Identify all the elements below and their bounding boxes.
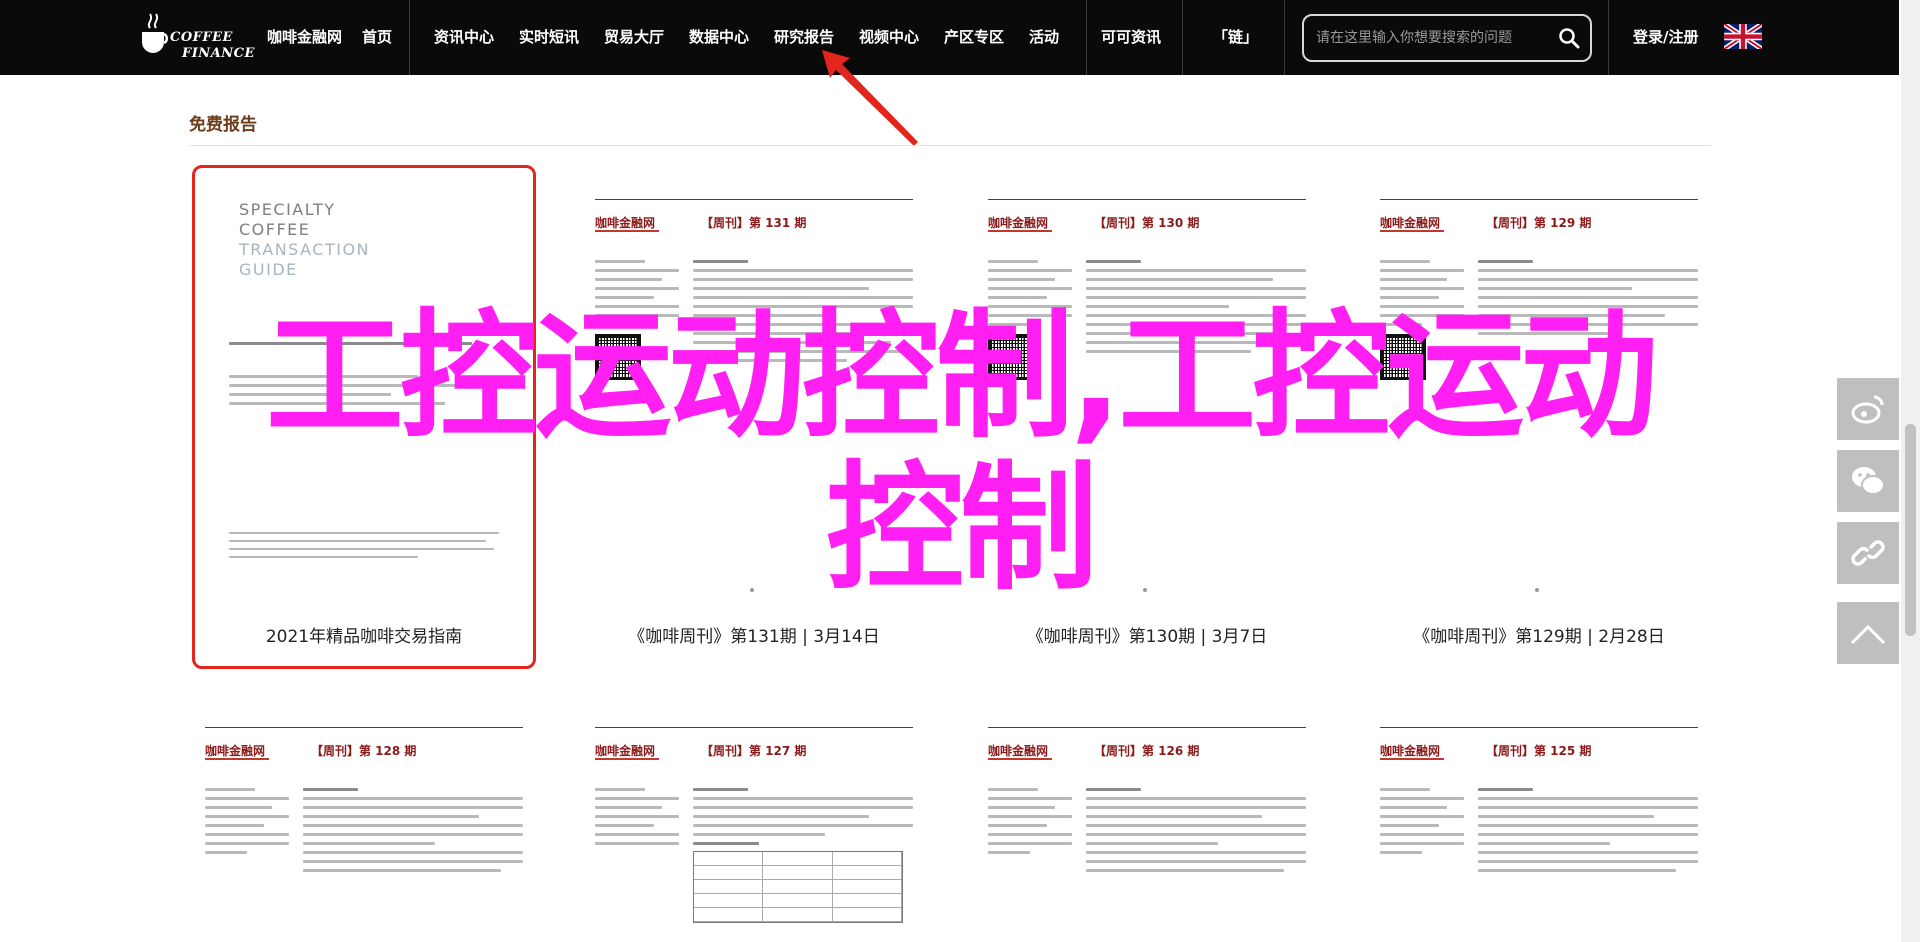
page-scrollbar-thumb[interactable]	[1905, 424, 1916, 636]
report-page-thumbnail: 咖啡金融网 【周刊】第 126 期	[982, 700, 1312, 942]
nav-item-flash-news[interactable]: 实时短讯	[519, 0, 579, 75]
nav-brand-link[interactable]: 咖啡金融网	[267, 0, 342, 75]
cover-title: SPECIALTY COFFEE TRANSACTION GUIDE	[239, 200, 370, 279]
login-register-link[interactable]: 登录/注册	[1633, 0, 1698, 75]
nav-item-video-center[interactable]: 视频中心	[859, 0, 919, 75]
report-cover-thumbnail: SPECIALTY COFFEE TRANSACTION GUIDE	[199, 172, 529, 612]
top-nav-bar: COFFEE FINANCE 咖啡金融网 首页 资讯中心 实时短讯 贸易大厅 数…	[0, 0, 1899, 75]
cover-body-text	[229, 342, 499, 411]
report-caption[interactable]: 《咖啡周刊》第131期 | 3月14日	[589, 622, 919, 647]
nav-item-chain[interactable]: 「链」	[1213, 0, 1258, 75]
doc-issue-title: 【周刊】第 129 期	[1486, 216, 1592, 230]
report-page-thumbnail: 咖啡金融网 【周刊】第 129 期	[1374, 172, 1704, 612]
report-page-thumbnail: 咖啡金融网 【周刊】第 131 期	[589, 172, 919, 612]
doc-issue-title: 【周刊】第 130 期	[1094, 216, 1200, 230]
doc-brand: 咖啡金融网	[988, 744, 1053, 760]
link-icon	[1851, 540, 1885, 566]
report-caption[interactable]: 《咖啡周刊》第129期 | 2月28日	[1374, 622, 1704, 647]
report-card-issue-128[interactable]: 咖啡金融网 【周刊】第 128 期	[199, 700, 529, 942]
doc-issue-title: 【周刊】第 131 期	[701, 216, 807, 230]
share-wechat-button[interactable]	[1837, 450, 1899, 512]
uk-flag-language-icon[interactable]	[1724, 24, 1762, 49]
report-page-thumbnail: 咖啡金融网 【周刊】第 130 期	[982, 172, 1312, 612]
doc-brand: 咖啡金融网	[595, 744, 660, 760]
report-card-issue-125[interactable]: 咖啡金融网 【周刊】第 125 期	[1374, 700, 1704, 942]
logo-text-line2: FINANCE	[182, 46, 255, 61]
search-box	[1302, 14, 1592, 62]
report-card-issue-127[interactable]: 咖啡金融网 【周刊】第 127 期	[589, 700, 919, 942]
search-input[interactable]	[1316, 16, 1546, 60]
report-page-thumbnail: 咖啡金融网 【周刊】第 125 期	[1374, 700, 1704, 942]
section-title-free-reports: 免费报告	[189, 115, 257, 135]
nav-item-trade-hall[interactable]: 贸易大厅	[604, 0, 664, 75]
share-weibo-button[interactable]	[1837, 378, 1899, 440]
doc-brand: 咖啡金融网	[205, 744, 270, 760]
report-page-thumbnail: 咖啡金融网 【周刊】第 127 期	[589, 700, 919, 942]
nav-divider	[1182, 0, 1183, 75]
coffee-finance-logo[interactable]: COFFEE FINANCE	[136, 10, 254, 64]
nav-item-home[interactable]: 首页	[362, 0, 392, 75]
nav-item-data-center[interactable]: 数据中心	[689, 0, 749, 75]
report-caption[interactable]: 2021年精品咖啡交易指南	[199, 622, 529, 647]
back-to-top-button[interactable]	[1837, 602, 1899, 664]
doc-brand: 咖啡金融网	[595, 216, 660, 232]
weibo-icon	[1851, 395, 1884, 424]
nav-divider	[1086, 0, 1087, 75]
report-card-issue-131[interactable]: 咖啡金融网 【周刊】第 131 期 《咖啡周刊》第131期 | 3月14日	[589, 172, 919, 662]
doc-issue-title: 【周刊】第 127 期	[701, 744, 807, 758]
qr-code-icon	[1380, 334, 1426, 380]
qr-code-icon	[595, 334, 641, 380]
nav-divider	[1608, 0, 1609, 75]
doc-brand: 咖啡金融网	[1380, 744, 1445, 760]
nav-divider	[409, 0, 410, 75]
report-card-issue-126[interactable]: 咖啡金融网 【周刊】第 126 期	[982, 700, 1312, 942]
nav-divider	[1284, 0, 1285, 75]
report-page-thumbnail: 咖啡金融网 【周刊】第 128 期	[199, 700, 529, 942]
nav-item-events[interactable]: 活动	[1029, 0, 1059, 75]
data-table-thumbnail	[693, 851, 903, 923]
report-card-issue-130[interactable]: 咖啡金融网 【周刊】第 130 期 《咖啡周刊》第130期 | 3月7日	[982, 172, 1312, 662]
report-caption[interactable]: 《咖啡周刊》第130期 | 3月7日	[982, 622, 1312, 647]
nav-item-research-reports[interactable]: 研究报告	[774, 0, 834, 75]
nav-item-news-center[interactable]: 资讯中心	[434, 0, 494, 75]
nav-item-cocoa-news[interactable]: 可可资讯	[1101, 0, 1161, 75]
doc-issue-title: 【周刊】第 128 期	[311, 744, 417, 758]
qr-code-icon	[988, 334, 1034, 380]
nav-item-origin-zone[interactable]: 产区专区	[944, 0, 1004, 75]
search-icon[interactable]	[1558, 27, 1580, 49]
section-divider	[189, 145, 1711, 146]
doc-brand: 咖啡金融网	[988, 216, 1053, 232]
back-to-top-icon	[1850, 624, 1886, 645]
copy-link-button[interactable]	[1837, 522, 1899, 584]
wechat-icon	[1852, 467, 1885, 495]
cover-footnote	[229, 532, 499, 564]
report-card-coffee-guide[interactable]: SPECIALTY COFFEE TRANSACTION GUIDE 2021年…	[192, 165, 536, 669]
logo-text-line1: COFFEE	[170, 30, 233, 45]
doc-issue-title: 【周刊】第 125 期	[1486, 744, 1592, 758]
doc-brand: 咖啡金融网	[1380, 216, 1445, 232]
doc-issue-title: 【周刊】第 126 期	[1094, 744, 1200, 758]
report-card-issue-129[interactable]: 咖啡金融网 【周刊】第 129 期 《咖啡周刊》第129期 | 2月28日	[1374, 172, 1704, 662]
